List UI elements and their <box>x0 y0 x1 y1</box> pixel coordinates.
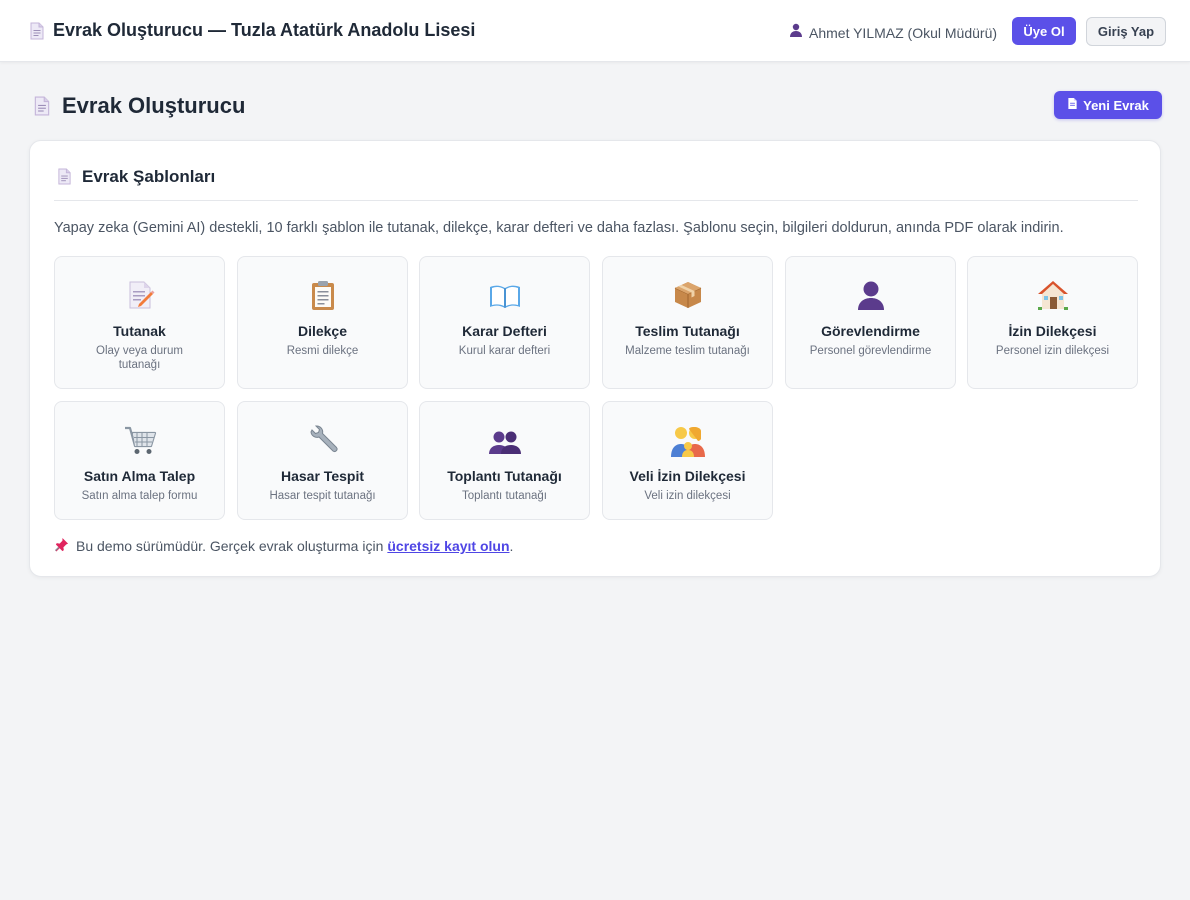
user-info: Ahmet YILMAZ (Okul Müdürü) <box>789 23 997 42</box>
clipboard-icon <box>307 279 339 316</box>
template-name: Görevlendirme <box>821 323 920 339</box>
new-document-button[interactable]: Yeni Evrak <box>1054 91 1162 119</box>
user-icon <box>789 23 803 42</box>
templates-card: Evrak Şablonları Yapay zeka (Gemini AI) … <box>29 140 1161 577</box>
wrench-icon <box>307 424 339 461</box>
template-description: Resmi dilekçe <box>286 345 359 357</box>
template-card-gorevlendirme[interactable]: Görevlendirme Personel görevlendirme <box>785 256 956 389</box>
template-description: Olay veya durum tutanağı <box>96 345 183 371</box>
shopping-cart-icon <box>123 424 157 461</box>
template-name: Karar Defteri <box>462 323 547 339</box>
template-name: Toplantı Tutanağı <box>447 468 562 484</box>
template-card-karar-defteri[interactable]: Karar Defteri Kurul karar defteri <box>419 256 590 389</box>
document-icon <box>1067 97 1078 113</box>
template-description: Personel izin dilekçesi <box>995 345 1110 357</box>
card-description: Yapay zeka (Gemini AI) destekli, 10 fark… <box>54 220 1064 236</box>
template-description: Hasar tespit tutanağı <box>269 490 376 502</box>
login-button[interactable]: Giriş Yap <box>1086 17 1166 46</box>
template-card-izin-dilekcesi[interactable]: İzin Dilekçesi Personel izin dilekçesi <box>967 256 1138 389</box>
template-description: Personel görevlendirme <box>809 345 932 357</box>
template-name: Teslim Tutanağı <box>635 323 740 339</box>
template-description: Kurul karar defteri <box>458 345 551 357</box>
document-icon <box>57 168 72 190</box>
demo-note-text: Bu demo sürümüdür. Gerçek evrak oluşturm… <box>76 538 384 554</box>
template-description: Toplantı tutanağı <box>461 490 548 502</box>
signup-button[interactable]: Üye Ol <box>1012 17 1076 45</box>
document-icon <box>33 96 51 121</box>
user-name: Ahmet YILMAZ (Okul Müdürü) <box>809 24 998 41</box>
template-description: Satın alma talep formu <box>81 490 198 502</box>
template-name: Hasar Tespit <box>281 468 364 484</box>
template-card-teslim-tutanagi[interactable]: Teslim Tutanağı Malzeme teslim tutanağı <box>602 256 773 389</box>
template-name: Tutanak <box>113 323 166 339</box>
template-card-toplanti-tutanagi[interactable]: Toplantı Tutanağı Toplantı tutanağı <box>419 401 590 520</box>
template-card-veli-izin-dilekcesi[interactable]: Veli İzin Dilekçesi Veli izin dilekçesi <box>602 401 773 520</box>
pushpin-icon <box>54 537 69 555</box>
template-card-hasar-tespit[interactable]: Hasar Tespit Hasar tespit tutanağı <box>237 401 408 520</box>
card-title: Evrak Şablonları <box>82 167 216 186</box>
template-description: Malzeme teslim tutanağı <box>625 345 750 357</box>
template-description: Veli izin dilekçesi <box>644 490 731 502</box>
family-icon <box>670 424 706 463</box>
open-book-icon <box>488 279 522 316</box>
template-card-satin-alma-talep[interactable]: Satın Alma Talep Satın alma talep formu <box>54 401 225 520</box>
template-name: İzin Dilekçesi <box>1008 323 1097 339</box>
template-name: Satın Alma Talep <box>83 468 196 484</box>
memo-icon <box>124 279 156 316</box>
house-icon <box>1036 279 1070 316</box>
people-icon <box>488 424 522 461</box>
top-bar: Evrak Oluşturucu — Tuzla Atatürk Anadolu… <box>0 0 1190 62</box>
page-title: Evrak Oluşturucu <box>62 93 246 118</box>
package-icon <box>672 279 704 316</box>
demo-note: Bu demo sürümüdür. Gerçek evrak oluşturm… <box>54 537 513 555</box>
document-icon <box>29 22 45 45</box>
template-card-tutanak[interactable]: Tutanak Olay veya durum tutanağı <box>54 256 225 389</box>
template-card-dilekce[interactable]: Dilekçe Resmi dilekçe <box>237 256 408 389</box>
template-name: Veli İzin Dilekçesi <box>629 468 746 484</box>
card-header: Evrak Şablonları <box>54 165 1138 201</box>
template-name: Dilekçe <box>297 323 348 339</box>
demo-note-trailing: . <box>509 538 514 554</box>
app-title: Evrak Oluşturucu — Tuzla Atatürk Anadolu… <box>53 20 476 40</box>
signup-link[interactable]: ücretsiz kayıt olun <box>387 538 509 554</box>
new-document-label: Yeni Evrak <box>1083 97 1149 113</box>
person-icon <box>855 279 887 316</box>
